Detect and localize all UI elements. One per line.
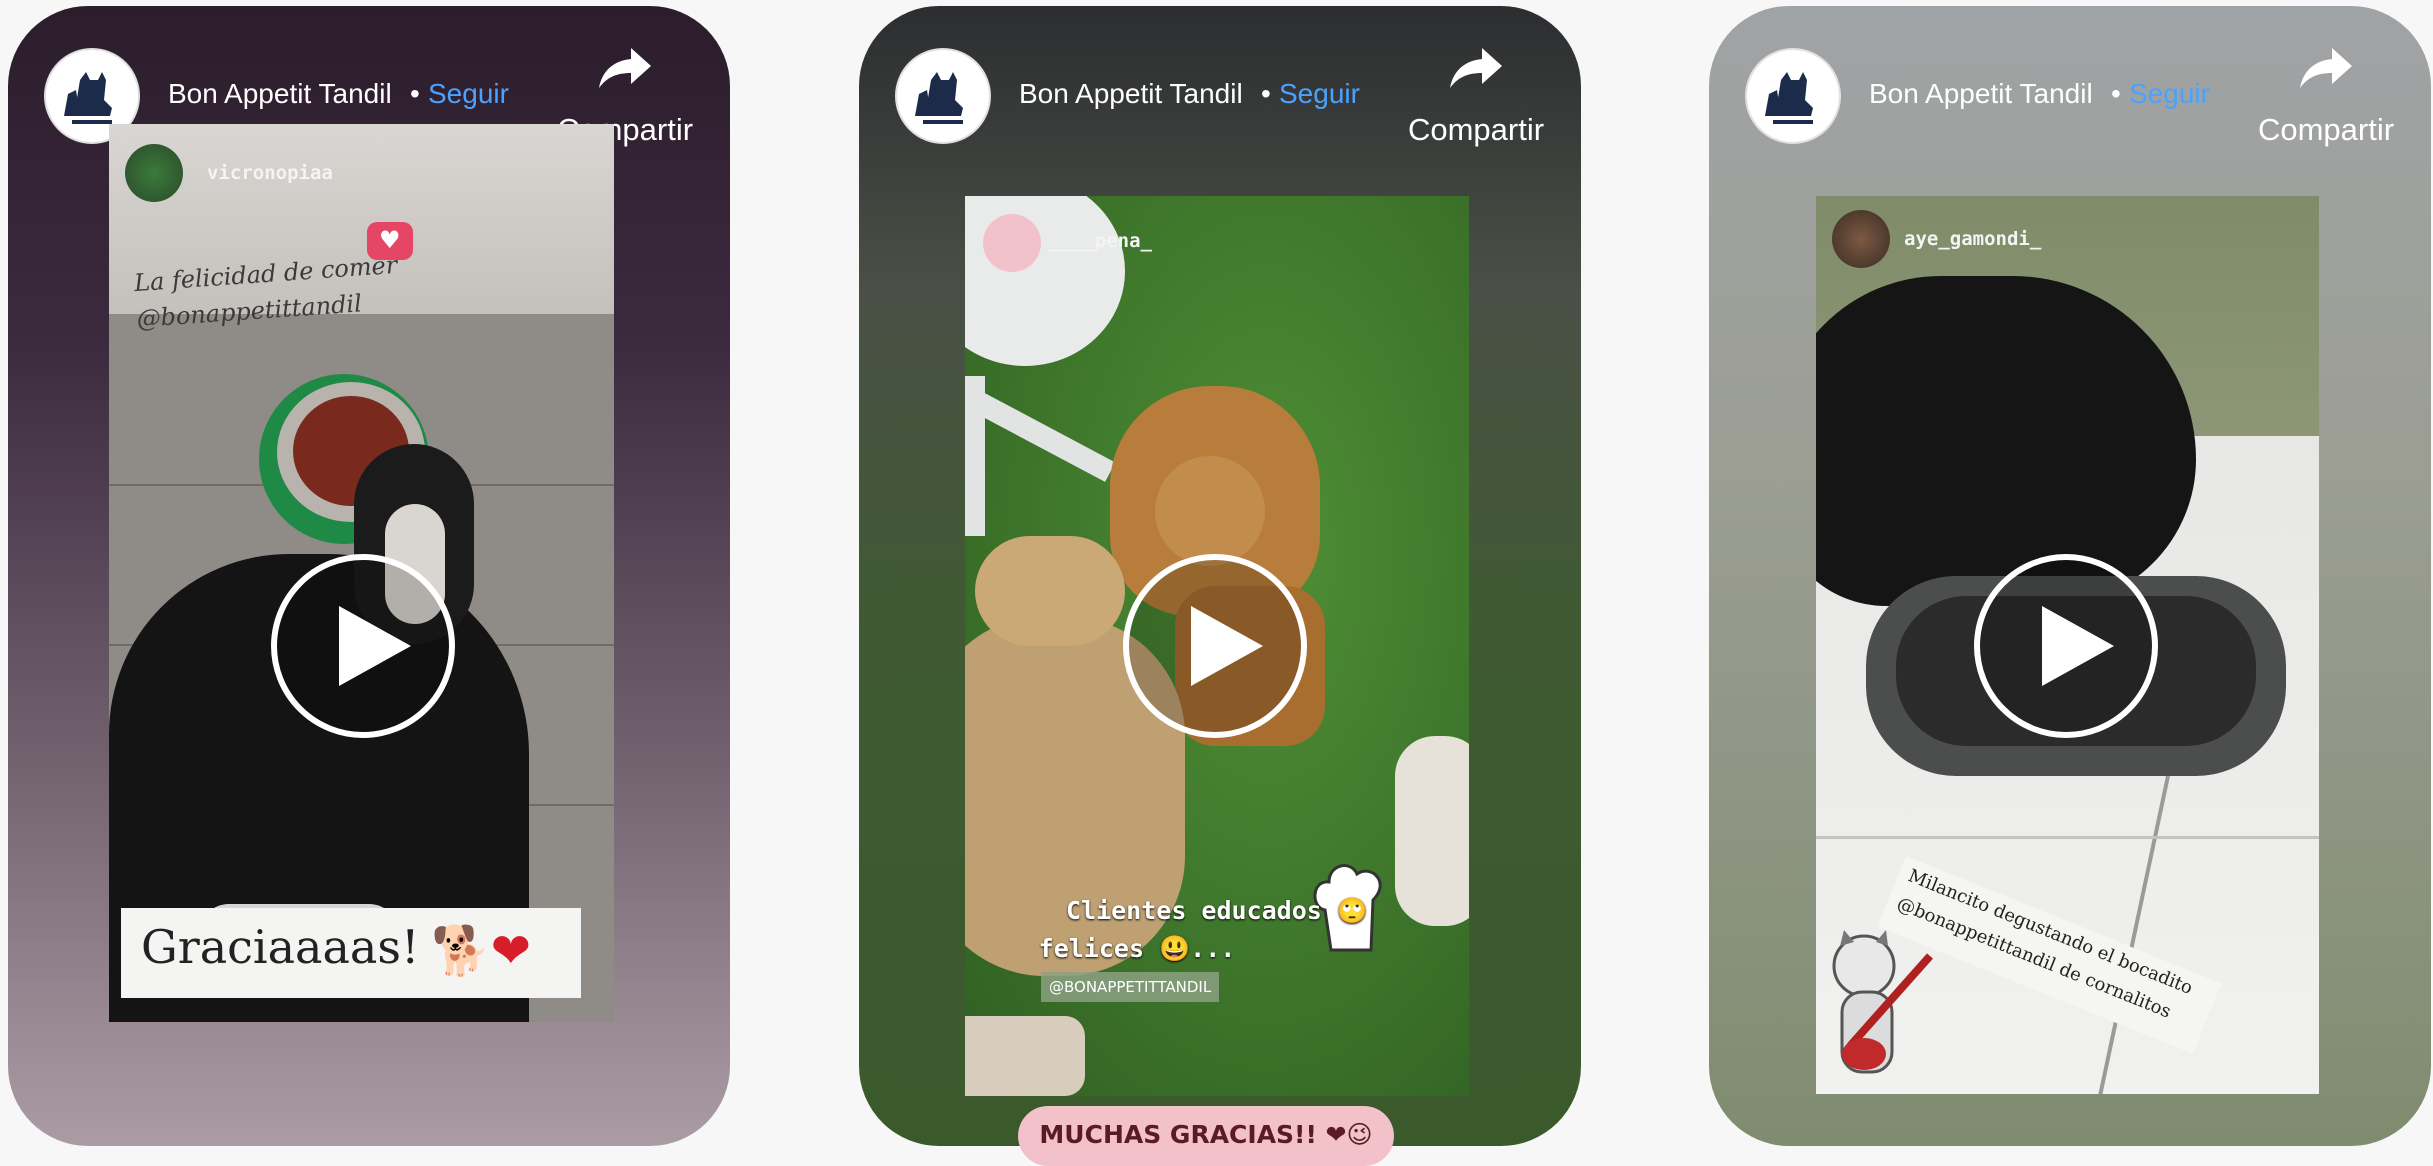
video-header: Bon Appetit Tandil • Seguir Compartir [895,40,1551,150]
cat-guitar-sticker-icon [1820,926,1950,1094]
play-icon [1191,606,1263,686]
play-button[interactable] [271,554,455,738]
video-card-2[interactable]: Bon Appetit Tandil • Seguir Compartir __… [859,6,1581,1146]
video-header: Bon Appetit Tandil • Seguir Compartir [1745,40,2401,150]
story-user-avatar [983,214,1041,272]
thanks-banner: MUCHAS GRACIAS!! ❤😉 [1018,1106,1394,1166]
follow-button[interactable]: Seguir [2129,78,2210,110]
dog-cat-logo-icon [915,72,963,124]
thanks-sticker: Graciaaaas! 🐕❤ [121,908,581,998]
share-arrow-icon [2300,48,2352,88]
play-button[interactable] [1974,554,2158,738]
separator-dot: • [2111,78,2121,109]
dog-cat-logo-icon [1765,72,1813,124]
follow-button[interactable]: Seguir [1279,78,1360,110]
share-button[interactable]: Compartir [2251,40,2401,150]
share-label: Compartir [1407,112,1545,147]
share-arrow-icon [1450,48,1502,88]
account-name[interactable]: Bon Appetit Tandil [1019,78,1243,110]
video-card-3[interactable]: Bon Appetit Tandil • Seguir Compartir ay… [1709,6,2431,1146]
share-label: Compartir [2257,112,2395,147]
play-icon [339,606,411,686]
story-username: aye_gamondi_ [1904,228,2042,250]
story-caption-line-2: felices 😃... [1038,934,1236,963]
separator-dot: • [410,78,420,109]
follow-button[interactable]: Seguir [428,78,509,110]
sticker-emojis: 🐕❤ [431,923,531,979]
account-name[interactable]: Bon Appetit Tandil [1869,78,2093,110]
account-name[interactable]: Bon Appetit Tandil [168,78,392,110]
mention-tag: @BONAPPETITTANDIL [1041,972,1220,1002]
share-arrow-icon [599,48,651,88]
story-caption-line-1: Clientes educados 🙄 [1065,896,1369,925]
account-avatar[interactable] [1745,48,1841,144]
play-button[interactable] [1123,554,1307,738]
sticker-text: Graciaaaas! [141,920,420,974]
story-username: vicronopiaa [207,162,333,184]
account-avatar[interactable] [895,48,991,144]
story-user-avatar [1832,210,1890,268]
share-button[interactable]: Compartir [1401,40,1551,150]
play-icon [2042,606,2114,686]
separator-dot: • [1261,78,1271,109]
story-user-avatar [125,144,183,202]
video-card-1[interactable]: Bon Appetit Tandil • Seguir Compartir vi… [8,6,730,1146]
story-username: ____pena_ [1049,230,1152,252]
